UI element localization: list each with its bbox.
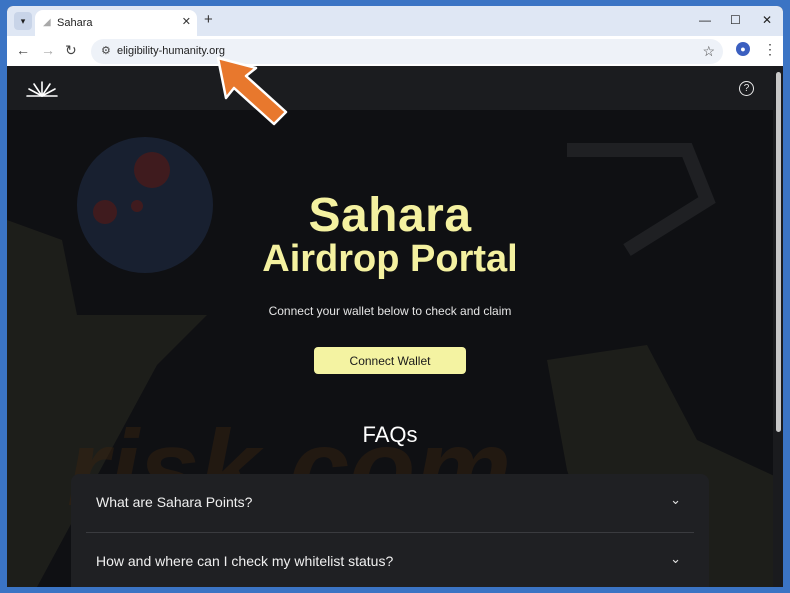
tab-title: Sahara <box>57 17 93 29</box>
browser-window: ▾ ◢ Sahara ✕ + — ☐ ✕ ← → ↻ ⚙ eligibility… <box>7 6 783 587</box>
faq-item[interactable]: What are Sahara Points? ⌄ <box>71 474 709 532</box>
reload-icon[interactable]: ↻ <box>65 42 77 58</box>
back-icon[interactable]: ← <box>16 42 30 58</box>
tab-active[interactable]: ◢ Sahara ✕ <box>35 10 197 36</box>
new-tab-icon[interactable]: + <box>204 12 213 28</box>
forward-icon[interactable]: → <box>41 42 55 58</box>
help-icon[interactable]: ? <box>739 81 754 96</box>
faq-question[interactable]: How and where can I check my whitelist s… <box>96 553 393 569</box>
minimize-icon[interactable]: — <box>699 12 711 28</box>
browser-toolbar: ← → ↻ ⚙ eligibility-humanity.org ☆ ● ⋮ <box>7 36 783 66</box>
favicon-icon: ◢ <box>43 17 51 28</box>
tab-strip: ▾ ◢ Sahara ✕ + — ☐ ✕ <box>7 6 783 36</box>
annotation-arrow-icon <box>216 56 288 126</box>
address-bar[interactable]: ⚙ eligibility-humanity.org ☆ <box>91 39 723 64</box>
profile-avatar-icon[interactable]: ● <box>736 42 750 56</box>
hero-subtitle-title: Airdrop Portal <box>262 238 518 280</box>
site-header: ? <box>7 66 783 110</box>
chevron-down-icon[interactable]: ⌄ <box>670 551 681 567</box>
connect-wallet-button[interactable]: Connect Wallet <box>314 347 466 374</box>
maximize-icon[interactable]: ☐ <box>730 12 741 28</box>
faq-heading: FAQs <box>362 422 418 447</box>
site-info-icon[interactable]: ⚙ <box>101 44 111 58</box>
faq-item[interactable]: How and where can I check my whitelist s… <box>71 533 709 587</box>
faq-list: What are Sahara Points? ⌄ How and where … <box>71 474 709 587</box>
close-window-icon[interactable]: ✕ <box>762 12 772 28</box>
url-text[interactable]: eligibility-humanity.org <box>117 45 225 57</box>
faq-question[interactable]: What are Sahara Points? <box>96 494 252 510</box>
tab-search-button[interactable]: ▾ <box>14 12 32 30</box>
close-tab-icon[interactable]: ✕ <box>182 15 191 29</box>
scrollbar-thumb[interactable] <box>776 72 781 432</box>
hero-title: Sahara <box>308 189 472 242</box>
chevron-down-icon[interactable]: ⌄ <box>670 492 681 508</box>
sahara-logo-icon[interactable] <box>25 78 59 100</box>
web-page: risk.com ? Sahara Airdrop Portal Connect… <box>7 66 783 587</box>
bookmark-star-icon[interactable]: ☆ <box>702 43 715 59</box>
hero-description: Connect your wallet below to check and c… <box>268 304 512 318</box>
browser-menu-icon[interactable]: ⋮ <box>763 41 777 57</box>
